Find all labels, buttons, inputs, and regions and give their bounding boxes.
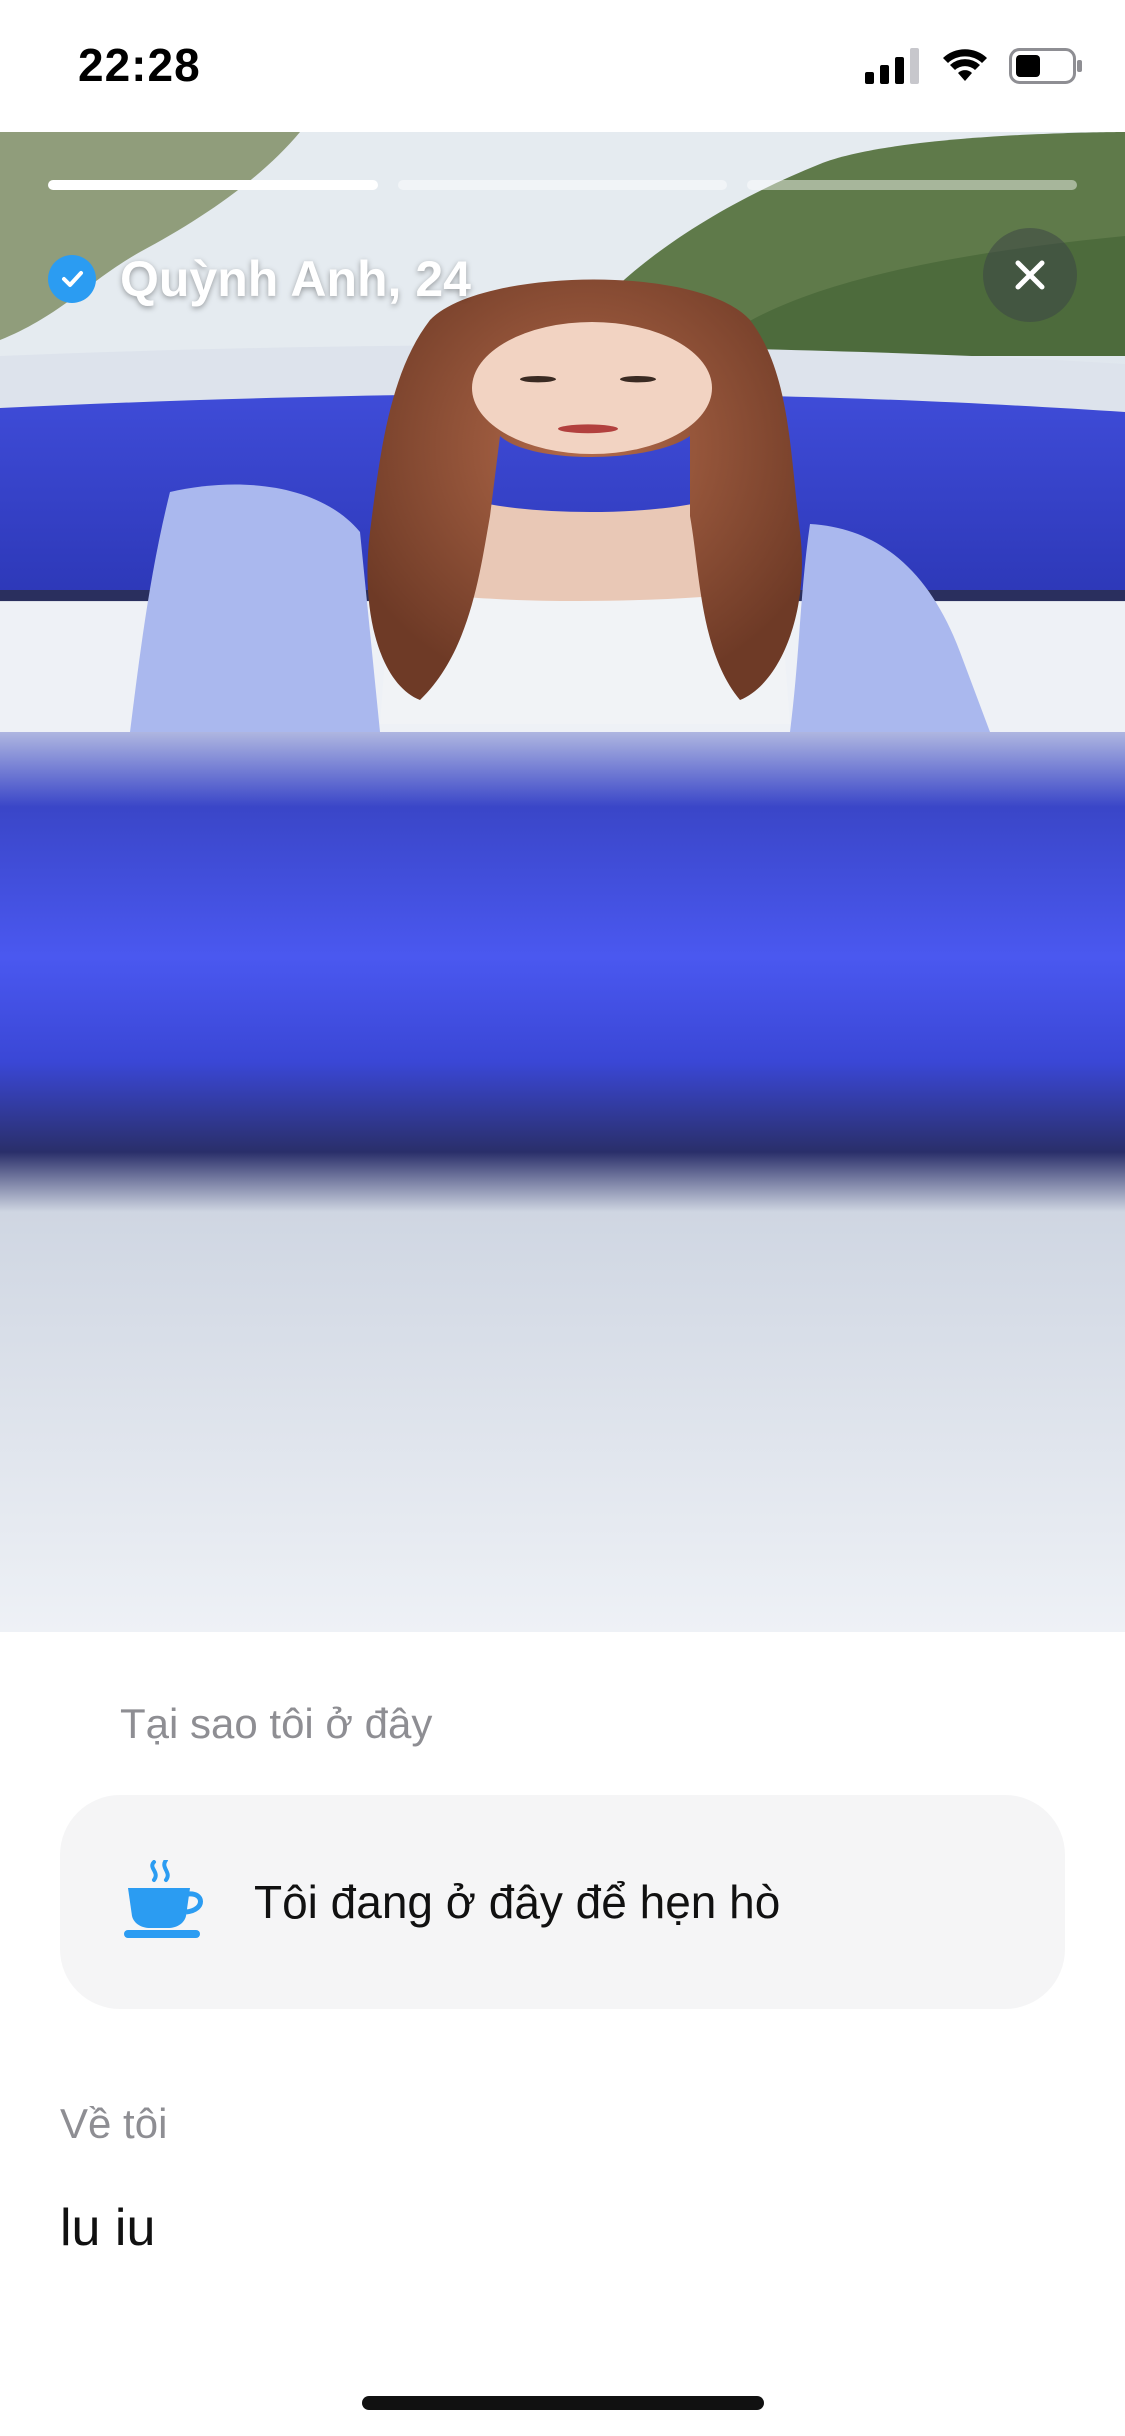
close-icon: [1015, 260, 1045, 290]
status-icons: [865, 48, 1083, 89]
home-indicator[interactable]: [362, 2396, 764, 2410]
photo-progress-segment[interactable]: [397, 180, 728, 190]
why-here-text: Tôi đang ở đây để hẹn hò: [254, 1876, 781, 1928]
why-here-card: Tôi đang ở đây để hẹn hò: [60, 1795, 1065, 2009]
photo-progress-segment[interactable]: [48, 180, 378, 190]
profile-name-age: Quỳnh Anh, 24: [120, 251, 471, 307]
coffee-cup-icon: [124, 1857, 210, 1945]
close-button[interactable]: [983, 228, 1077, 322]
profile-header: Quỳnh Anh, 24: [48, 250, 471, 308]
photo-progress-segment[interactable]: [747, 180, 1078, 190]
why-here-label: Tại sao tôi ở đây: [120, 1700, 433, 1747]
battery-icon: [1009, 48, 1083, 89]
cellular-signal-icon: [865, 48, 921, 89]
photo-background: [0, 132, 1125, 732]
profile-screen: 22:28 Quỳnh Anh, 24 Tại sao tôi ở đây Tô…: [0, 0, 1125, 2436]
about-label: Về tôi: [60, 2100, 168, 2147]
status-bar: 22:28: [0, 0, 1125, 132]
status-time: 22:28: [78, 39, 201, 91]
about-text: lu iu: [60, 2199, 156, 2257]
photo-progress: [48, 180, 1078, 190]
verified-badge-icon: [48, 255, 96, 303]
profile-photo[interactable]: Quỳnh Anh, 24: [0, 132, 1125, 1632]
wifi-icon: [941, 48, 989, 89]
